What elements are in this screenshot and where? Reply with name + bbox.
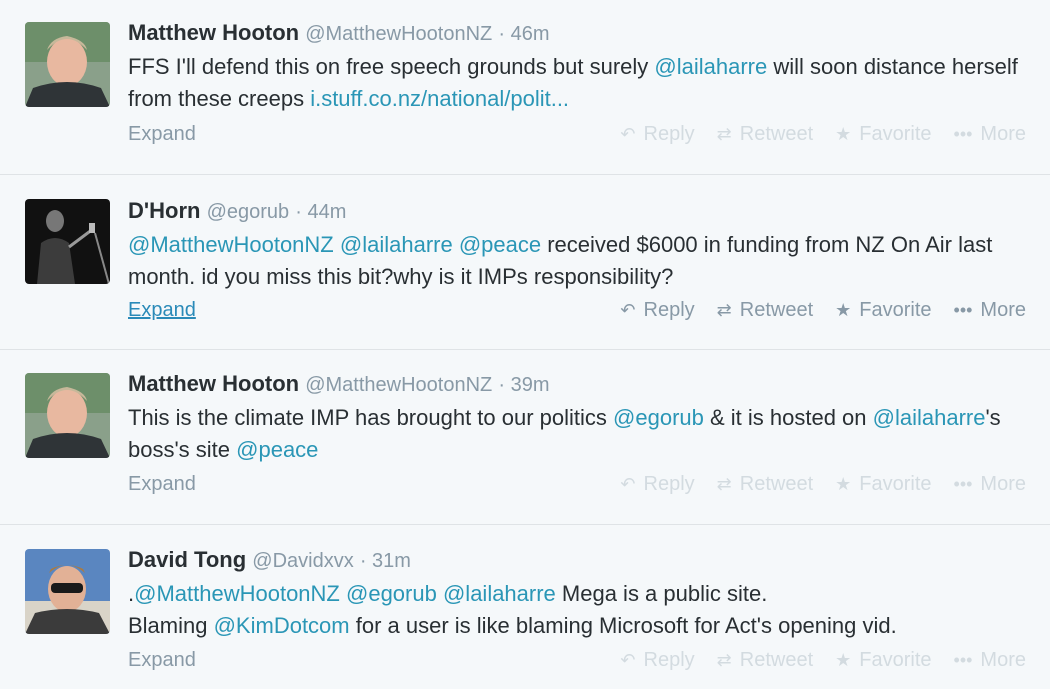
author-name[interactable]: D'Horn <box>128 198 200 223</box>
reply-label: Reply <box>643 649 695 671</box>
expand-link[interactable]: Expand <box>128 123 196 146</box>
avatar[interactable] <box>25 549 110 634</box>
mention-link[interactable]: @egorub <box>613 405 704 430</box>
reply-button[interactable]: ↶ Reply <box>620 299 694 322</box>
retweet-button[interactable]: ⇄ Retweet <box>717 123 813 146</box>
author-name[interactable]: Matthew Hooton <box>128 20 299 45</box>
more-label: More <box>980 473 1026 495</box>
author-handle[interactable]: @MatthewHootonNZ <box>305 374 492 396</box>
retweet-button[interactable]: ⇄ Retweet <box>717 299 813 322</box>
retweet-icon: ⇄ <box>716 650 732 670</box>
expand-link[interactable]: Expand <box>128 473 196 496</box>
expand-link[interactable]: Expand <box>128 649 196 672</box>
tweet-item[interactable]: Matthew Hooton @MatthewHootonNZ · 39m Th… <box>0 350 1050 525</box>
tweet-timestamp[interactable]: · 46m <box>498 23 549 45</box>
author-name[interactable]: David Tong <box>128 547 246 572</box>
reply-arrow-icon: ↶ <box>620 474 636 494</box>
tweet-item[interactable]: Matthew Hooton @MatthewHootonNZ · 46m FF… <box>0 0 1050 175</box>
reply-label: Reply <box>643 299 695 321</box>
favorite-label: Favorite <box>859 299 932 321</box>
tweet-actions: ↶ Reply ⇄ Retweet ★ Favorite ••• More <box>620 123 1026 146</box>
tweet-actions: ↶ Reply ⇄ Retweet ★ Favorite ••• More <box>620 649 1026 672</box>
ellipsis-icon: ••• <box>953 650 973 670</box>
url-link[interactable]: i.stuff.co.nz/national/polit... <box>310 86 569 111</box>
more-label: More <box>980 299 1026 321</box>
mention-link[interactable]: @MatthewHootonNZ <box>128 232 334 257</box>
favorite-button[interactable]: ★ Favorite <box>835 473 931 496</box>
author-handle[interactable]: @egorub <box>207 201 290 223</box>
star-icon: ★ <box>835 124 852 144</box>
star-icon: ★ <box>835 300 852 320</box>
author-handle[interactable]: @Davidxvx <box>252 550 353 572</box>
mention-link[interactable]: @KimDotcom <box>214 613 350 638</box>
tweet-timeline: Matthew Hooton @MatthewHootonNZ · 46m FF… <box>0 0 1050 689</box>
favorite-button[interactable]: ★ Favorite <box>835 123 931 146</box>
favorite-button[interactable]: ★ Favorite <box>835 649 931 672</box>
mention-link[interactable]: @peace <box>459 232 541 257</box>
retweet-label: Retweet <box>739 123 814 145</box>
mention-link[interactable]: @lailaharre <box>443 581 556 606</box>
avatar[interactable] <box>25 199 110 284</box>
more-button[interactable]: ••• More <box>954 123 1026 146</box>
expand-link[interactable]: Expand <box>128 299 196 322</box>
ellipsis-icon: ••• <box>953 474 973 494</box>
tweet-header: D'Horn @egorub · 44m <box>128 196 1030 227</box>
more-label: More <box>980 123 1026 145</box>
tweet-header: Matthew Hooton @MatthewHootonNZ · 39m <box>128 369 1030 400</box>
star-icon: ★ <box>835 474 852 494</box>
retweet-label: Retweet <box>739 649 814 671</box>
tweet-header: Matthew Hooton @MatthewHootonNZ · 46m <box>128 18 1030 49</box>
tweet-text: @MatthewHootonNZ @lailaharre @peace rece… <box>128 232 993 289</box>
more-button[interactable]: ••• More <box>954 473 1026 496</box>
reply-arrow-icon: ↶ <box>620 650 636 670</box>
reply-arrow-icon: ↶ <box>620 124 636 144</box>
retweet-icon: ⇄ <box>716 124 732 144</box>
mention-link[interactable]: @lailaharre <box>873 405 986 430</box>
tweet-item[interactable]: David Tong @Davidxvx · 31m .@MatthewHoot… <box>0 525 1050 689</box>
mention-link[interactable]: @lailaharre <box>654 54 767 79</box>
reply-label: Reply <box>643 123 695 145</box>
author-handle[interactable]: @MatthewHootonNZ <box>305 23 492 45</box>
retweet-label: Retweet <box>739 299 814 321</box>
favorite-label: Favorite <box>859 123 932 145</box>
mention-link[interactable]: @MatthewHootonNZ <box>134 581 340 606</box>
tweet-actions: ↶ Reply ⇄ Retweet ★ Favorite ••• More <box>620 473 1026 496</box>
avatar[interactable] <box>25 22 110 107</box>
mention-link[interactable]: @lailaharre <box>340 232 453 257</box>
tweet-item[interactable]: D'Horn @egorub · 44m @MatthewHootonNZ @l… <box>0 175 1050 350</box>
star-icon: ★ <box>835 650 852 670</box>
reply-button[interactable]: ↶ Reply <box>620 649 694 672</box>
reply-button[interactable]: ↶ Reply <box>620 473 694 496</box>
reply-button[interactable]: ↶ Reply <box>620 123 694 146</box>
tweet-timestamp[interactable]: · 44m <box>295 201 346 223</box>
retweet-button[interactable]: ⇄ Retweet <box>717 473 813 496</box>
tweet-timestamp[interactable]: · 39m <box>498 374 549 396</box>
reply-label: Reply <box>643 473 695 495</box>
tweet-header: David Tong @Davidxvx · 31m <box>128 545 1030 576</box>
tweet-text: This is the climate IMP has brought to o… <box>128 405 1001 462</box>
more-label: More <box>980 649 1026 671</box>
tweet-timestamp[interactable]: · 31m <box>360 550 411 572</box>
favorite-button[interactable]: ★ Favorite <box>835 299 931 322</box>
tweet-text: FFS I'll defend this on free speech grou… <box>128 54 1018 111</box>
favorite-label: Favorite <box>859 649 932 671</box>
retweet-icon: ⇄ <box>716 474 732 494</box>
tweet-actions: ↶ Reply ⇄ Retweet ★ Favorite ••• More <box>620 299 1026 322</box>
more-button[interactable]: ••• More <box>954 649 1026 672</box>
more-button[interactable]: ••• More <box>954 299 1026 322</box>
retweet-icon: ⇄ <box>716 300 732 320</box>
retweet-button[interactable]: ⇄ Retweet <box>717 649 813 672</box>
mention-link[interactable]: @peace <box>236 437 318 462</box>
reply-arrow-icon: ↶ <box>620 300 636 320</box>
favorite-label: Favorite <box>859 473 932 495</box>
retweet-label: Retweet <box>739 473 814 495</box>
ellipsis-icon: ••• <box>953 300 973 320</box>
author-name[interactable]: Matthew Hooton <box>128 371 299 396</box>
ellipsis-icon: ••• <box>953 124 973 144</box>
tweet-text: .@MatthewHootonNZ @egorub @lailaharre Me… <box>128 581 897 638</box>
avatar[interactable] <box>25 373 110 458</box>
mention-link[interactable]: @egorub <box>346 581 437 606</box>
